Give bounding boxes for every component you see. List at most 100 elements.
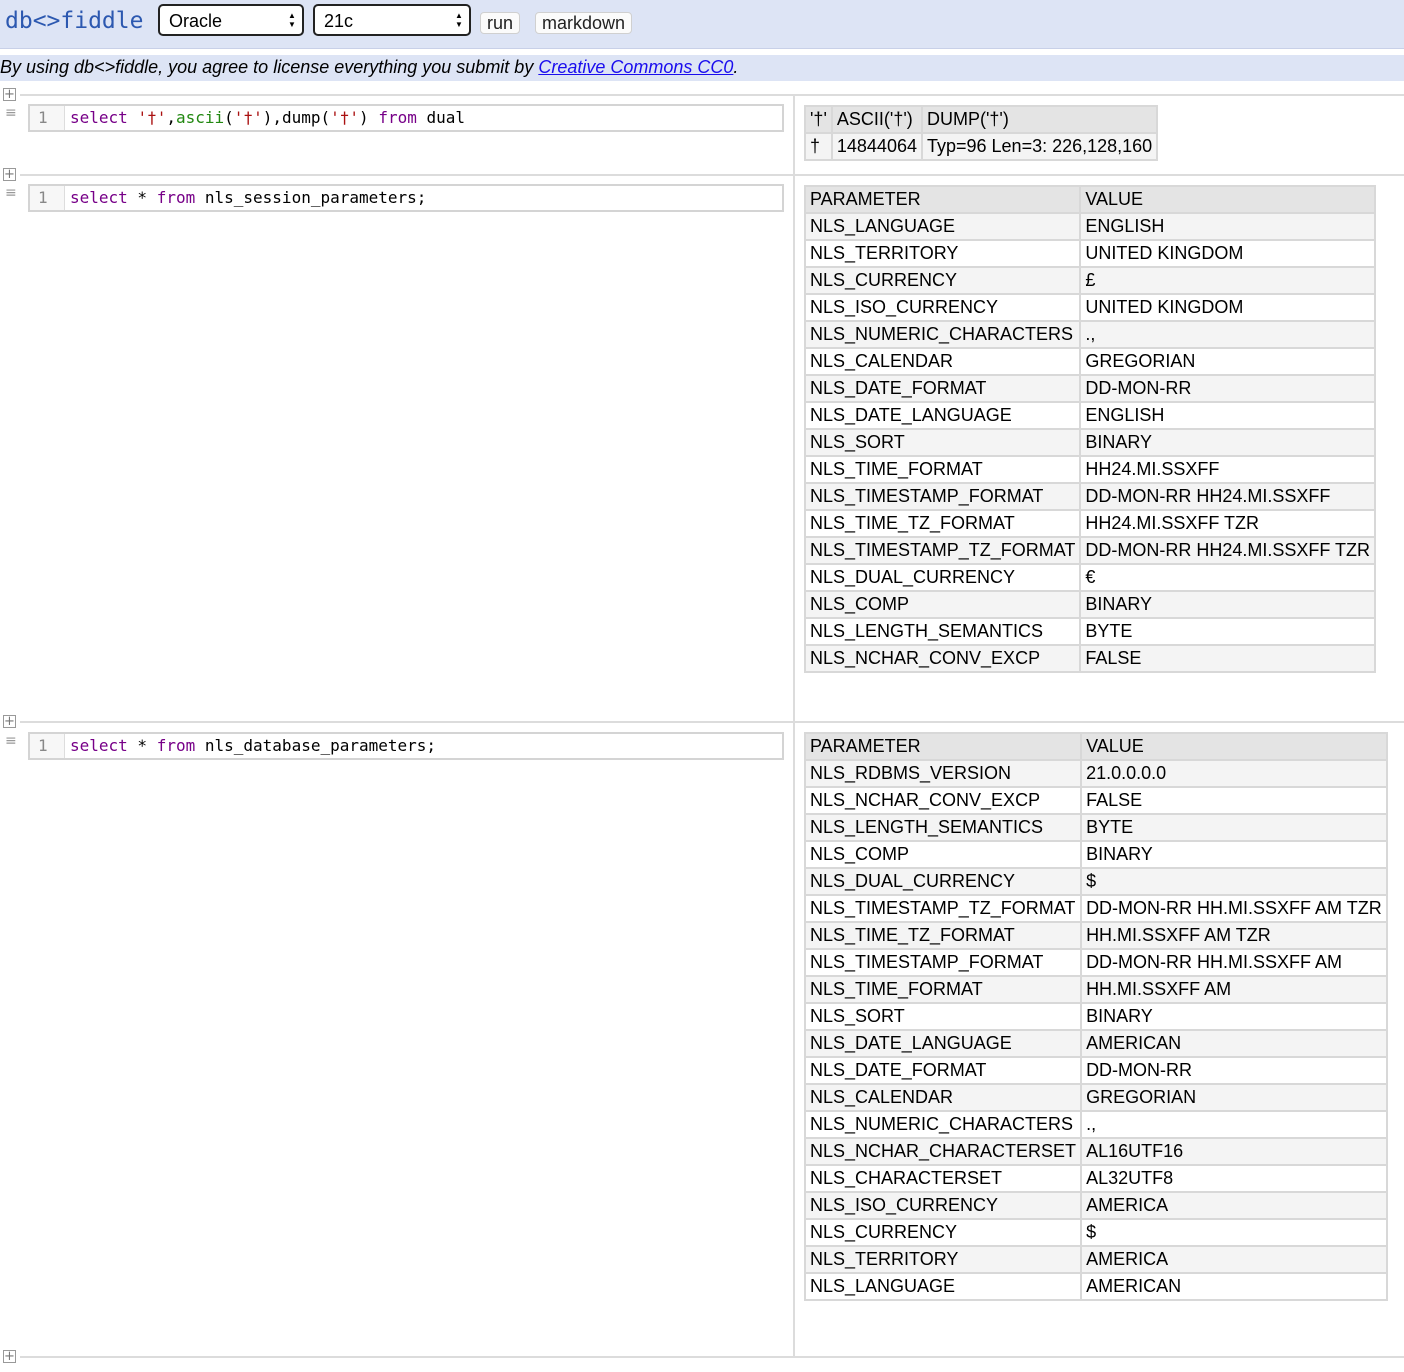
table-row: NLS_ISO_CURRENCY UNITED KINGDOM (803, 293, 1377, 322)
table-cell: ENGLISH (1079, 401, 1377, 430)
table-cell: NLS_RDBMS_VERSION (803, 759, 1083, 788)
section-divider (20, 174, 1404, 176)
table-cell: HH24.MI.SSXFF (1079, 455, 1377, 484)
table-cell: NLS_ISO_CURRENCY (803, 293, 1082, 322)
table-cell: NLS_NUMERIC_CHARACTERS (803, 320, 1082, 349)
result-table: PARAMETER VALUE NLS_RDBMS_VERSION 21.0.0.0.… (803, 732, 1388, 1301)
site-logo[interactable]: db<>fiddle (5, 8, 143, 34)
table-row: NLS_TERRITORY UNITED KINGDOM (803, 239, 1377, 268)
table-row: NLS_LENGTH_SEMANTICS BYTE (803, 813, 1388, 842)
table-cell: NLS_TIME_FORMAT (803, 975, 1083, 1004)
code-token: '†' (233, 108, 263, 127)
column-header: VALUE (1080, 732, 1388, 761)
table-cell: NLS_LANGUAGE (803, 212, 1082, 241)
code-token: select (70, 108, 128, 127)
add-batch-plus-icon[interactable]: + (3, 168, 16, 181)
table-row: NLS_CALENDAR GREGORIAN (803, 347, 1377, 376)
table-cell: AL32UTF8 (1080, 1164, 1388, 1193)
sql-code[interactable]: select '†',ascii('†'),dump('†') from dua… (70, 106, 465, 130)
sql-editor[interactable]: 1 select * from nls_session_parameters; (28, 184, 784, 212)
cc0-link[interactable]: Creative Commons CC0 (538, 57, 733, 77)
table-cell: NLS_COMP (803, 840, 1083, 869)
code-token: select (70, 188, 128, 207)
table-cell: NLS_SORT (803, 428, 1082, 457)
table-cell: BINARY (1079, 590, 1377, 619)
database-select-value: Oracle (169, 11, 223, 31)
sql-code[interactable]: select * from nls_database_parameters; (70, 734, 436, 758)
table-cell: NLS_TERRITORY (803, 1245, 1083, 1274)
table-cell: NLS_DATE_FORMAT (803, 1056, 1083, 1085)
table-cell: FALSE (1080, 786, 1388, 815)
table-cell: UNITED KINGDOM (1079, 293, 1377, 322)
code-token: '†' (137, 108, 167, 127)
table-cell: $ (1080, 867, 1388, 896)
table-row: NLS_COMP BINARY (803, 590, 1377, 619)
table-cell: NLS_SORT (803, 1002, 1083, 1031)
table-cell: NLS_COMP (803, 590, 1082, 619)
license-notice: By using db<>fiddle, you agree to licens… (0, 57, 738, 78)
table-cell: DD-MON-RR HH.MI.SSXFF AM (1080, 948, 1388, 977)
table-cell: NLS_TIME_FORMAT (803, 455, 1082, 484)
table-cell: BYTE (1080, 813, 1388, 842)
sql-editor[interactable]: 1 select * from nls_database_parameters; (28, 732, 784, 760)
table-cell: ., (1080, 1110, 1388, 1139)
table-row: NLS_DATE_LANGUAGE ENGLISH (803, 401, 1377, 430)
table-cell: NLS_TIMESTAMP_FORMAT (803, 948, 1083, 977)
result-table: '†' ASCII('†') DUMP('†') † 14844064 Typ=96 Le… (804, 105, 1159, 161)
table-cell: NLS_CURRENCY (803, 266, 1082, 295)
table-cell: NLS_NCHAR_CONV_EXCP (803, 786, 1083, 815)
table-cell: 21.0.0.0.0 (1080, 759, 1388, 788)
drag-handle-icon[interactable]: ≡ (5, 106, 17, 120)
drag-handle-icon[interactable]: ≡ (5, 186, 17, 200)
table-cell: NLS_TIME_TZ_FORMAT (803, 921, 1083, 950)
database-select[interactable]: Oracle ▲ ▼ (158, 4, 304, 36)
markdown-button[interactable]: markdown (535, 12, 633, 34)
sql-code[interactable]: select * from nls_session_parameters; (70, 186, 426, 210)
add-batch-plus-icon[interactable]: + (3, 715, 16, 728)
sql-editor[interactable]: 1 select '†',ascii('†'),dump('†') from d… (28, 104, 784, 132)
column-header: ASCII('†') (830, 105, 923, 134)
table-header-row: PARAMETER VALUE (803, 732, 1388, 761)
table-cell: NLS_TERRITORY (803, 239, 1082, 268)
drag-handle-icon[interactable]: ≡ (5, 734, 17, 748)
table-cell: NLS_LENGTH_SEMANTICS (803, 813, 1083, 842)
version-select[interactable]: 21c ▲ ▼ (313, 4, 471, 36)
table-cell: NLS_CURRENCY (803, 1218, 1083, 1247)
table-row: NLS_NUMERIC_CHARACTERS., (803, 1110, 1388, 1139)
table-row: NLS_TERRITORY AMERICA (803, 1245, 1388, 1274)
column-header: '†' (804, 105, 833, 134)
table-cell: BYTE (1079, 617, 1377, 646)
column-divider (793, 176, 795, 721)
table-cell: GREGORIAN (1079, 347, 1377, 376)
table-cell: NLS_DATE_LANGUAGE (803, 1029, 1083, 1058)
table-header-row: PARAMETER VALUE (803, 185, 1377, 214)
table-cell: DD-MON-RR (1079, 374, 1377, 403)
table-row: NLS_TIME_FORMAT HH24.MI.SSXFF (803, 455, 1377, 484)
table-cell: NLS_NCHAR_CONV_EXCP (803, 644, 1082, 673)
select-arrows-icon: ▲ ▼ (455, 11, 463, 29)
table-cell: DD-MON-RR HH24.MI.SSXFF (1079, 482, 1377, 511)
table-cell: NLS_LENGTH_SEMANTICS (803, 617, 1082, 646)
column-header: DUMP('†') (920, 105, 1159, 134)
table-row: NLS_TIME_FORMAT HH.MI.SSXFF AM (803, 975, 1388, 1004)
section-divider (20, 94, 1404, 96)
code-token: from (156, 188, 196, 207)
table-row: NLS_TIMESTAMP_TZ_FORMAT DD-MON-RR HH.MI.S… (803, 894, 1388, 923)
table-row: NLS_LENGTH_SEMANTICS BYTE (803, 617, 1377, 646)
table-row: NLS_CALENDAR GREGORIAN (803, 1083, 1388, 1112)
code-token: ),dump( (262, 108, 331, 127)
table-cell: DD-MON-RR (1080, 1056, 1388, 1085)
code-token: nls_session_parameters; (195, 188, 427, 207)
table-cell: DD-MON-RR HH24.MI.SSXFF TZR (1079, 536, 1377, 565)
table-row: NLS_ISO_CURRENCY AMERICA (803, 1191, 1388, 1220)
table-row: NLS_NUMERIC_CHARACTERS., (803, 320, 1377, 349)
table-cell: AMERICA (1080, 1191, 1388, 1220)
run-button[interactable]: run (480, 12, 521, 34)
table-cell: NLS_NUMERIC_CHARACTERS (803, 1110, 1083, 1139)
add-batch-plus-icon[interactable]: + (3, 88, 16, 101)
column-header: PARAMETER (803, 185, 1082, 214)
table-row: NLS_TIME_TZ_FORMAT HH.MI.SSXFF AM TZR (803, 921, 1388, 950)
table-row: NLS_LANGUAGE ENGLISH (803, 212, 1377, 241)
table-row: NLS_NCHAR_CHARACTERSET AL16UTF16 (803, 1137, 1388, 1166)
add-batch-plus-icon[interactable]: + (3, 1350, 16, 1363)
